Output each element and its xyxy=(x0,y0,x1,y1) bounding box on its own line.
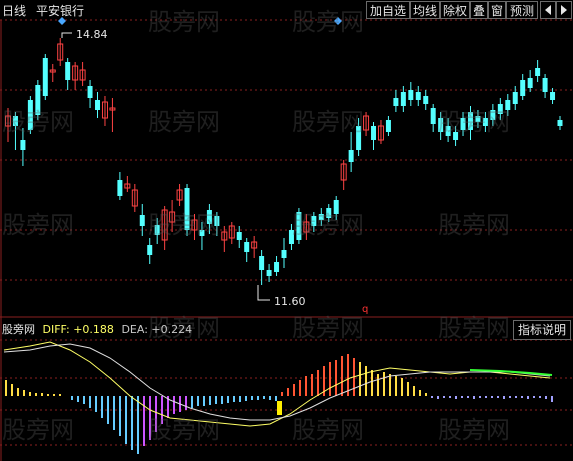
candle-body-down xyxy=(95,100,101,110)
arrow-right-icon xyxy=(561,5,567,15)
candle-body-down xyxy=(505,100,511,110)
candle-body-down xyxy=(20,140,26,150)
candle-body-down xyxy=(184,188,190,230)
dea-value: DEA: +0.224 xyxy=(121,323,193,336)
candle-body-down xyxy=(393,98,399,106)
candle-body-down xyxy=(490,110,496,120)
candle-body-down xyxy=(333,200,339,214)
candle-body-down xyxy=(274,262,280,272)
candle-body-down xyxy=(497,104,503,114)
overlay-button[interactable]: 叠 xyxy=(470,1,488,19)
candle-body-down xyxy=(438,118,444,132)
candle-body-down xyxy=(42,58,48,96)
diamond-marker xyxy=(334,17,342,25)
high-leader-line xyxy=(61,32,72,38)
candle-body-down xyxy=(214,216,220,226)
candle-body-down xyxy=(236,232,242,240)
kline-chart[interactable]: 14.84 11.60 q xyxy=(0,0,573,461)
candle-body-down xyxy=(453,132,459,140)
candle-body-down xyxy=(475,116,481,122)
prev-arrow-button[interactable] xyxy=(540,1,556,19)
indicator-name[interactable]: 股旁网 xyxy=(2,323,35,336)
period-label[interactable]: 日线 xyxy=(2,2,26,19)
candle-body-down xyxy=(385,120,391,132)
candle-body-down xyxy=(482,118,488,126)
candle-body-down xyxy=(318,214,324,220)
candle-body-down xyxy=(199,230,205,236)
candle-body-down xyxy=(542,78,548,92)
candle-body-down xyxy=(117,180,123,196)
indicator-header: 股旁网 DIFF: +0.188 DEA: +0.224 xyxy=(2,321,196,337)
stock-name: 平安银行 xyxy=(36,4,85,18)
arrow-left-icon xyxy=(545,5,551,15)
candle-body-down xyxy=(408,90,414,100)
macd-signal-marker xyxy=(277,401,282,415)
window-button[interactable]: 窗 xyxy=(488,1,506,19)
next-arrow-button[interactable] xyxy=(556,1,572,19)
candle-body-down xyxy=(65,62,71,80)
high-price-label: 14.84 xyxy=(76,28,108,41)
candle-body-down xyxy=(296,212,302,240)
marker-label: q xyxy=(362,304,368,315)
add-watchlist-button[interactable]: 加自选 xyxy=(366,1,410,19)
candle-body-down xyxy=(430,108,436,124)
candle-body-down xyxy=(460,118,466,130)
moving-average-button[interactable]: 均线 xyxy=(410,1,440,19)
candle-body-down xyxy=(371,126,377,140)
candle-body-down xyxy=(281,250,287,258)
candle-body-down xyxy=(535,68,541,76)
candle-body-down xyxy=(326,208,332,218)
candle-body-down xyxy=(415,92,421,100)
candle-body-down xyxy=(12,116,18,126)
candle-body-down xyxy=(259,256,265,270)
candle-body-down xyxy=(154,225,160,235)
candle-body-down xyxy=(244,242,250,252)
candle-body-down xyxy=(527,78,533,88)
low-price-label: 11.60 xyxy=(274,295,306,308)
candle-body-down xyxy=(87,86,93,98)
candle-body-down xyxy=(467,112,473,130)
forecast-button[interactable]: 预测 xyxy=(506,1,538,19)
candle-body-down xyxy=(400,92,406,106)
candle-body-down xyxy=(311,216,317,226)
candle-body-down xyxy=(35,85,41,115)
candle-body-down xyxy=(139,215,145,226)
indicator-help-button[interactable]: 指标说明 xyxy=(512,320,571,340)
candle-body-down xyxy=(423,96,429,104)
candle-body-down xyxy=(348,150,354,162)
candle-body-down xyxy=(445,126,451,136)
ex-rights-button[interactable]: 除权 xyxy=(440,1,470,19)
candle-body-down xyxy=(512,92,518,104)
candle-body-down xyxy=(147,245,153,255)
candle-body-down xyxy=(27,100,33,130)
candle-body-down xyxy=(520,80,526,96)
candle-body-down xyxy=(288,230,294,244)
candle-body-down xyxy=(550,92,556,100)
candle-body-down xyxy=(266,270,272,276)
candle-body-down xyxy=(557,120,563,126)
diff-value: DIFF: +0.188 xyxy=(42,323,114,336)
candle-body-down xyxy=(356,126,362,150)
low-leader-line xyxy=(257,285,270,301)
candle-body-down xyxy=(206,210,212,224)
